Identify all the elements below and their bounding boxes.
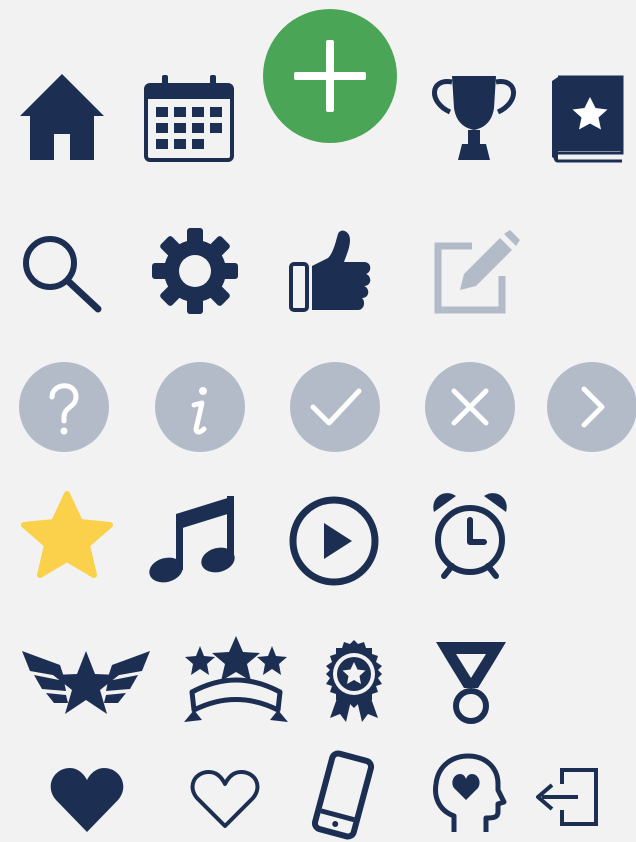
music-note-icon[interactable] xyxy=(148,492,236,584)
play-icon[interactable] xyxy=(288,495,380,587)
trophy-icon[interactable] xyxy=(428,72,520,162)
star-icon[interactable] xyxy=(20,490,114,580)
alarm-clock-icon[interactable] xyxy=(430,490,510,582)
help-icon[interactable] xyxy=(18,361,110,453)
check-icon[interactable] xyxy=(289,361,381,453)
award-rosette-icon[interactable] xyxy=(320,638,388,724)
chevron-right-icon[interactable] xyxy=(546,361,636,453)
thumbs-up-icon[interactable] xyxy=(288,228,372,314)
phone-icon[interactable] xyxy=(308,750,378,840)
favorites-book-icon[interactable] xyxy=(550,75,624,163)
icon-sheet xyxy=(0,0,636,842)
stars-banner-icon[interactable] xyxy=(182,634,290,728)
mind-heart-icon[interactable] xyxy=(432,752,507,834)
calendar-icon[interactable] xyxy=(144,73,234,162)
heart-filled-icon[interactable] xyxy=(50,766,124,834)
close-icon[interactable] xyxy=(424,361,516,453)
add-icon[interactable] xyxy=(262,8,398,144)
winged-star-icon[interactable] xyxy=(20,647,152,725)
logout-icon[interactable] xyxy=(536,768,598,826)
home-icon[interactable] xyxy=(18,72,106,162)
info-icon[interactable] xyxy=(154,361,246,453)
search-icon[interactable] xyxy=(20,233,102,313)
medal-icon[interactable] xyxy=(434,640,508,726)
heart-outline-icon[interactable] xyxy=(190,768,260,830)
edit-icon[interactable] xyxy=(432,230,520,314)
gear-icon[interactable] xyxy=(152,228,238,314)
